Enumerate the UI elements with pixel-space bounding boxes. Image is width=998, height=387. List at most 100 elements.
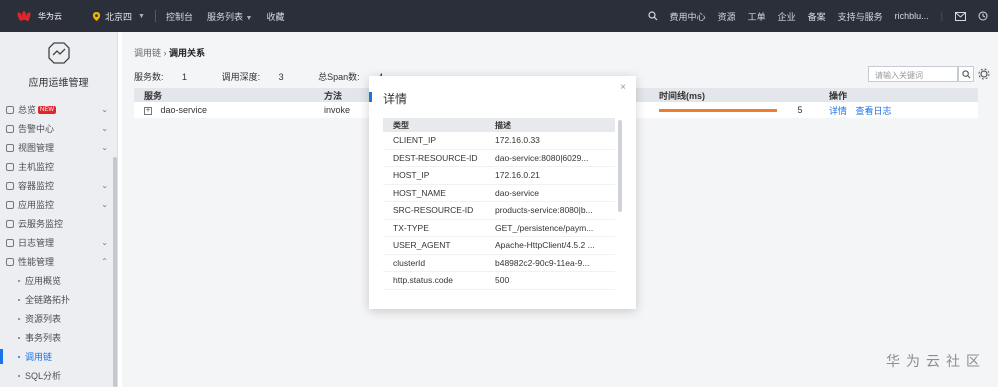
timeline-cell: 5 <box>659 105 829 115</box>
details-dialog: 详情 × 类型 描述 CLIENT_IP 172.16.0.33 DEST-RE… <box>369 76 636 309</box>
service-count: 服务数: 1 <box>134 72 188 82</box>
attribute-value: dao-service <box>495 187 539 198</box>
sidebar-item-label: 应用概览 <box>25 276 62 286</box>
attribute-key: CLIENT_IP <box>393 135 436 146</box>
breadcrumb-parent[interactable]: 调用链 <box>134 48 161 58</box>
attribute-key: HOST_NAME <box>393 187 446 198</box>
sidebar-scrollbar[interactable] <box>113 157 117 387</box>
sidebar-subitem-sql-analysis[interactable]: SQL分析 <box>0 366 118 385</box>
attribute-value: 172.16.0.21 <box>495 170 540 181</box>
sidebar-item-label: 告警中心 <box>18 124 55 134</box>
attribute-key: clusterId <box>393 257 426 268</box>
service-cell: + dao-service <box>134 105 324 115</box>
sidebar-item-app-monitoring[interactable]: 应用监控 ⌄ <box>0 195 118 214</box>
performance-icon <box>6 257 14 266</box>
nav-filing[interactable]: 备案 <box>808 10 826 23</box>
nav-tickets[interactable]: 工单 <box>748 10 766 23</box>
bullet-dot <box>18 374 20 377</box>
attribute-value: dao-service:8080|6029... <box>495 152 589 163</box>
call-depth: 调用深度: 3 <box>221 72 284 82</box>
nav-console[interactable]: 控制台 <box>166 10 193 23</box>
sidebar-item-label: 事务列表 <box>25 333 62 343</box>
bullet-dot <box>18 279 20 282</box>
attribute-key: SRC-RESOURCE-ID <box>393 205 474 216</box>
attribute-key: DEST-RESOURCE-ID <box>393 152 478 163</box>
sidebar-subitem-transaction-list[interactable]: 事务列表 <box>0 328 118 347</box>
operations-cell: 详情 查看日志 <box>829 104 978 117</box>
view-log-link[interactable]: 查看日志 <box>856 106 892 116</box>
breadcrumb: 调用链 › 调用关系 <box>134 46 205 59</box>
service-name: dao-service <box>160 105 208 115</box>
table-row: CLIENT_IP 172.16.0.33 <box>383 132 615 150</box>
details-link[interactable]: 详情 <box>829 106 847 116</box>
search-icon[interactable] <box>647 11 658 21</box>
sidebar-item-label: 主机监控 <box>18 162 55 172</box>
expand-icon[interactable]: + <box>144 106 152 115</box>
nav-service-list[interactable]: 服务列表 ▼ <box>207 10 252 23</box>
sidebar-subitem-full-link-topology[interactable]: 全链路拓扑 <box>0 290 118 309</box>
sidebar-item-cloud-service-monitoring[interactable]: 云服务监控 <box>0 214 118 233</box>
table-row: HOST_IP 172.16.0.21 <box>383 167 615 185</box>
attribute-key: USER_AGENT <box>393 240 451 251</box>
sidebar-item-label: 日志管理 <box>18 238 55 248</box>
sidebar-item-container-monitoring[interactable]: 容器监控 ⌄ <box>0 176 118 195</box>
sidebar-item-performance-management[interactable]: 性能管理 ⌃ <box>0 252 118 271</box>
details-table: 类型 描述 CLIENT_IP 172.16.0.33 DEST-RESOURC… <box>383 118 615 290</box>
close-icon[interactable]: × <box>620 82 626 93</box>
column-header-description: 描述 <box>495 120 511 130</box>
sidebar-item-label: 云服务监控 <box>18 219 64 229</box>
location-pin-icon <box>92 11 101 21</box>
sidebar-subitem-resource-list[interactable]: 资源列表 <box>0 309 118 328</box>
column-header-type: 类型 <box>393 120 409 130</box>
bullet-dot <box>18 298 20 301</box>
sidebar-item-log-management[interactable]: 日志管理 ⌄ <box>0 233 118 252</box>
sidebar-item-label: 资源列表 <box>25 314 62 324</box>
container-icon <box>6 181 14 190</box>
search-button[interactable] <box>958 66 974 82</box>
bullet-dot <box>18 355 20 358</box>
sidebar-subitem-app-overview[interactable]: 应用概览 <box>0 271 118 290</box>
table-row: http.status.code 500 <box>383 272 615 290</box>
attribute-key: HOST_IP <box>393 170 430 181</box>
nav-billing[interactable]: 费用中心 <box>670 10 706 23</box>
sidebar-subitem-call-chain[interactable]: 调用链 <box>0 347 118 366</box>
nav-favorites[interactable]: 收藏 <box>266 10 284 23</box>
chevron-up-icon: ⌃ <box>101 257 108 266</box>
top-navigation-bar: 华为云 北京四 ▼ 控制台 服务列表 ▼ 收藏 费用中心 资源 工单 企业 备案… <box>0 0 998 32</box>
attribute-key: http.status.code <box>393 275 454 286</box>
dialog-title: 详情 <box>383 92 408 106</box>
chevron-down-icon: ⌄ <box>101 124 108 133</box>
sidebar-item-label: 应用监控 <box>18 200 55 210</box>
chevron-down-icon: ⌄ <box>101 143 108 152</box>
settings-icon[interactable] <box>978 68 990 80</box>
search-input[interactable]: 请输入关键词 <box>868 66 958 82</box>
sidebar-item-label: 全链路拓扑 <box>25 295 71 305</box>
nav-resources[interactable]: 资源 <box>718 10 736 23</box>
sidebar-item-overview[interactable]: 总览 NEW ⌄ <box>0 100 118 119</box>
sidebar-title: 应用运维管理 <box>28 78 89 89</box>
sidebar-item-view-management[interactable]: 视图管理 ⌄ <box>0 138 118 157</box>
log-icon <box>6 238 14 247</box>
dialog-scrollbar[interactable] <box>618 120 622 212</box>
clock-icon[interactable] <box>978 11 988 21</box>
brand-logo[interactable]: 华为云 <box>16 11 62 22</box>
title-accent-bar <box>369 92 372 102</box>
nav-enterprise[interactable]: 企业 <box>778 10 796 23</box>
view-icon <box>6 143 14 152</box>
region-selector[interactable]: 北京四 ▼ <box>92 10 145 23</box>
attribute-value: 500 <box>495 275 510 286</box>
attribute-value: Apache-HttpClient/4.5.2 ... <box>495 240 595 251</box>
attribute-value: GET_/persistence/paym... <box>495 222 594 233</box>
sidebar-item-alarm-center[interactable]: 告警中心 ⌄ <box>0 119 118 138</box>
mail-icon[interactable] <box>955 11 966 21</box>
attribute-key: TX-TYPE <box>393 222 429 233</box>
sidebar-item-host-monitoring[interactable]: 主机监控 <box>0 157 118 176</box>
sidebar-menu: 总览 NEW ⌄ 告警中心 ⌄ 视图管理 ⌄ 主机监控 容器监控 ⌄ 应用监控 … <box>0 100 118 385</box>
chevron-down-icon: ⌄ <box>101 105 108 114</box>
chevron-down-icon: ▼ <box>138 12 145 20</box>
user-account[interactable]: richblu... <box>895 11 929 21</box>
divider: | <box>940 11 943 21</box>
table-row: clusterId b48982c2-90c9-11ea-9... <box>383 255 615 272</box>
nav-support[interactable]: 支持与服务 <box>838 10 883 23</box>
column-header-service: 服务 <box>144 90 163 101</box>
